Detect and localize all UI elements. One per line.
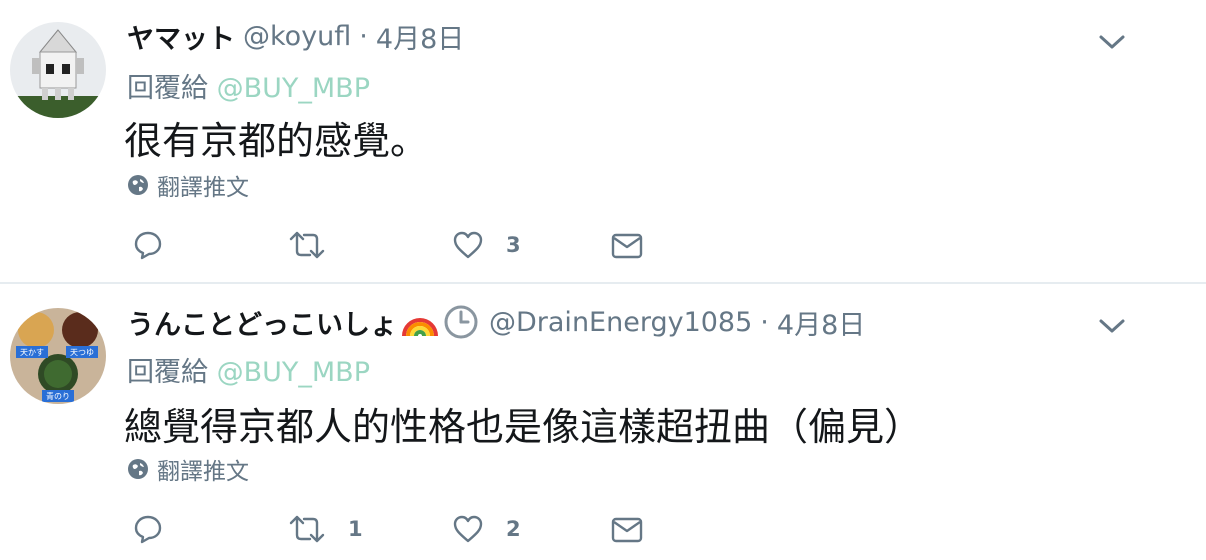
heart-icon <box>453 231 483 259</box>
retweet-button[interactable] <box>288 228 348 262</box>
chevron-down-icon[interactable] <box>1098 32 1126 52</box>
reply-to-link[interactable]: @BUY_MBP <box>217 73 370 104</box>
user-handle[interactable]: @koyufl <box>243 21 351 52</box>
tweet-text: 很有京都的感覺。 <box>124 119 429 163</box>
tweet-date[interactable]: 4月8日 <box>376 17 464 56</box>
avatar-label: 天つゆ <box>70 348 94 357</box>
retweet-icon <box>289 231 325 259</box>
rainbow-icon <box>402 318 438 337</box>
direct-message-button[interactable] <box>610 512 644 546</box>
tweet-text: 總覺得京都人的性格也是像這樣超扭曲（偏見） <box>124 405 923 449</box>
display-name[interactable]: うんことどっこいしょ <box>127 303 397 342</box>
reply-context: 回覆給 @BUY_MBP <box>127 66 370 105</box>
heart-icon <box>453 515 483 543</box>
reply-button[interactable] <box>132 228 186 262</box>
separator-dot: · <box>359 20 368 52</box>
reply-context: 回覆給 @BUY_MBP <box>127 350 370 389</box>
like-count: 2 <box>506 517 521 541</box>
envelope-icon <box>611 233 643 259</box>
like-button[interactable]: 2 <box>452 512 521 546</box>
globe-icon <box>128 175 148 195</box>
retweet-button[interactable]: 1 <box>288 512 363 546</box>
reply-icon <box>134 231 162 260</box>
translate-label: 翻譯推文 <box>157 459 249 485</box>
translate-label: 翻譯推文 <box>157 175 249 201</box>
avatar-label: 青のり <box>46 391 70 401</box>
tweet-header: うんことどっこいしょ @DrainEnergy1085 · 4月8日 <box>127 302 865 342</box>
reply-to-link[interactable]: @BUY_MBP <box>217 357 370 388</box>
like-button[interactable]: 3 <box>452 228 521 262</box>
reply-prefix: 回覆給 <box>127 73 208 104</box>
tweet-actions: 3 <box>130 228 670 262</box>
avatar-label: 天かす <box>20 348 44 357</box>
retweet-icon <box>289 515 325 543</box>
retweet-count: 1 <box>348 517 363 541</box>
user-handle[interactable]: @DrainEnergy1085 <box>489 307 752 338</box>
chevron-down-icon[interactable] <box>1098 316 1126 336</box>
like-count: 3 <box>506 233 521 257</box>
reply-prefix: 回覆給 <box>127 357 208 388</box>
tweet[interactable]: ヤマット @koyufl · 4月8日 回覆給 @BUY_MBP 很有京都的感覺… <box>0 0 1206 284</box>
envelope-icon <box>611 517 643 543</box>
reply-button[interactable] <box>132 512 186 546</box>
direct-message-button[interactable] <box>610 228 644 262</box>
squid-avatar-icon <box>10 22 106 118</box>
avatar[interactable]: 天かす 天つゆ 青のり <box>10 308 106 404</box>
tweet-actions: 1 2 <box>130 512 670 546</box>
separator-dot: · <box>760 306 769 338</box>
display-name[interactable]: ヤマット <box>127 17 235 56</box>
tweet[interactable]: 天かす 天つゆ 青のり うんことどっこいしょ @DrainEnergy1085 … <box>0 284 1206 560</box>
globe-icon <box>128 459 148 479</box>
food-bowls-avatar-icon: 天かす 天つゆ 青のり <box>10 308 106 404</box>
clock-icon <box>444 305 478 339</box>
avatar[interactable] <box>10 22 106 118</box>
translate-tweet-link[interactable]: 翻譯推文 <box>127 168 249 202</box>
translate-tweet-link[interactable]: 翻譯推文 <box>127 452 249 486</box>
reply-icon <box>134 515 162 544</box>
tweet-date[interactable]: 4月8日 <box>777 303 865 342</box>
tweet-header: ヤマット @koyufl · 4月8日 <box>127 16 464 56</box>
